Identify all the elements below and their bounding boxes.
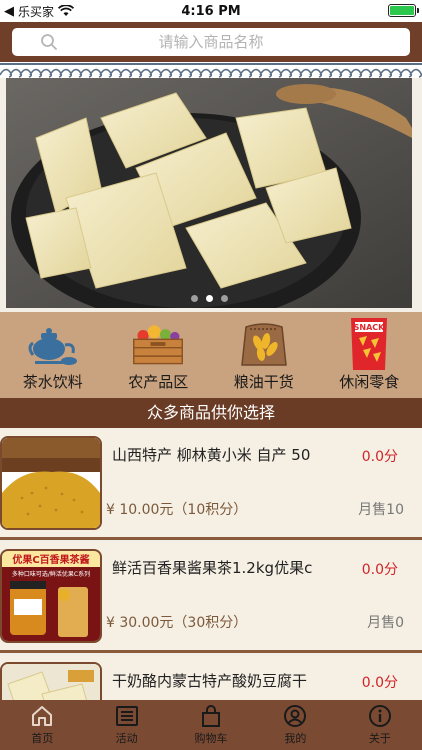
category-grain[interactable]: 粮油干货 bbox=[211, 312, 317, 398]
tab-bar: 首页 活动 购物车 我的 关于 bbox=[0, 700, 422, 750]
carousel-dot[interactable] bbox=[190, 295, 198, 302]
product-item[interactable]: 山西特产 柳林黄小米 自产 50 0.0分 ¥ 10.00元（10积分） 月售1… bbox=[0, 430, 422, 540]
product-title[interactable]: 鲜活百香果酱果茶1.2kg优果c bbox=[112, 557, 352, 578]
header bbox=[0, 22, 422, 62]
status-right bbox=[388, 4, 419, 17]
product-thumbnail[interactable] bbox=[0, 662, 102, 700]
banner-image bbox=[6, 78, 412, 308]
snack-bag-icon: SNACK bbox=[341, 318, 397, 370]
svg-text:SNACK: SNACK bbox=[354, 323, 386, 332]
thumb-sub-text: 多种口味可选/鲜活优果C系列 bbox=[12, 570, 90, 578]
tab-label: 首页 bbox=[31, 732, 54, 745]
product-item[interactable]: 优果C百香果茶酱 多种口味可选/鲜活优果C系列 鲜活百香果酱果茶1.2kg优果c… bbox=[0, 543, 422, 653]
user-icon bbox=[284, 705, 307, 727]
carousel-dot[interactable] bbox=[220, 295, 228, 302]
cart-bag-icon bbox=[202, 705, 221, 727]
category-label: 农产品区 bbox=[128, 373, 189, 391]
tab-about[interactable]: 关于 bbox=[338, 700, 422, 750]
category-snacks[interactable]: SNACK 休闲零食 bbox=[317, 312, 422, 398]
home-icon bbox=[32, 706, 53, 726]
product-points: 0.0分 bbox=[361, 562, 398, 578]
product-thumbnail[interactable]: 优果C百香果茶酱 多种口味可选/鲜活优果C系列 bbox=[0, 549, 102, 643]
product-thumbnail[interactable] bbox=[0, 436, 102, 530]
search-box[interactable] bbox=[12, 28, 410, 56]
list-icon bbox=[115, 706, 138, 726]
section-title: 众多商品供你选择 bbox=[0, 398, 422, 428]
product-title[interactable]: 山西特产 柳林黄小米 自产 50 bbox=[112, 444, 352, 465]
tab-label: 购物车 bbox=[194, 732, 228, 745]
category-label: 茶水饮料 bbox=[22, 373, 83, 391]
teapot-icon bbox=[25, 319, 81, 369]
product-price: ¥ 30.00元（30积分） bbox=[106, 615, 248, 631]
status-time: 4:16 PM bbox=[181, 3, 241, 19]
product-sales: 月售10 bbox=[358, 502, 404, 518]
product-sales: 月售0 bbox=[367, 615, 404, 631]
tab-label: 关于 bbox=[368, 732, 391, 745]
tab-mine[interactable]: 我的 bbox=[253, 700, 337, 750]
product-title[interactable]: 干奶酪内蒙古特产酸奶豆腐干 bbox=[112, 670, 352, 691]
status-bar: ◀ 乐买家 4:16 PM bbox=[0, 0, 422, 22]
thumb-brand-text: 优果C百香果茶酱 bbox=[12, 553, 89, 566]
battery-icon bbox=[388, 4, 419, 17]
tab-cart[interactable]: 购物车 bbox=[169, 700, 253, 750]
product-price: ¥ 10.00元（10积分） bbox=[106, 502, 248, 518]
tab-activity[interactable]: 活动 bbox=[84, 700, 168, 750]
product-list[interactable]: 山西特产 柳林黄小米 自产 50 0.0分 ¥ 10.00元（10积分） 月售1… bbox=[0, 430, 422, 700]
decorative-border bbox=[0, 62, 422, 78]
carousel-dot-active[interactable] bbox=[205, 295, 213, 302]
search-input[interactable] bbox=[12, 28, 410, 56]
product-points: 0.0分 bbox=[361, 675, 398, 691]
category-row: 茶水饮料 农产品区 粮油干货 SNACK 休闲零食 bbox=[0, 312, 422, 398]
tab-label: 我的 bbox=[284, 732, 307, 745]
info-icon bbox=[368, 705, 391, 727]
banner-carousel[interactable] bbox=[6, 78, 412, 308]
grain-sack-icon bbox=[236, 319, 292, 369]
product-points: 0.0分 bbox=[361, 449, 398, 465]
search-icon bbox=[41, 34, 57, 50]
category-label: 粮油干货 bbox=[233, 373, 294, 391]
category-produce[interactable]: 农产品区 bbox=[106, 312, 212, 398]
produce-crate-icon bbox=[130, 319, 186, 369]
carousel-dots[interactable] bbox=[6, 295, 412, 302]
category-label: 休闲零食 bbox=[339, 373, 400, 391]
tab-home[interactable]: 首页 bbox=[0, 700, 84, 750]
product-item[interactable]: 干奶酪内蒙古特产酸奶豆腐干 0.0分 bbox=[0, 656, 422, 700]
tab-label: 活动 bbox=[115, 732, 138, 745]
category-drinks[interactable]: 茶水饮料 bbox=[0, 312, 106, 398]
